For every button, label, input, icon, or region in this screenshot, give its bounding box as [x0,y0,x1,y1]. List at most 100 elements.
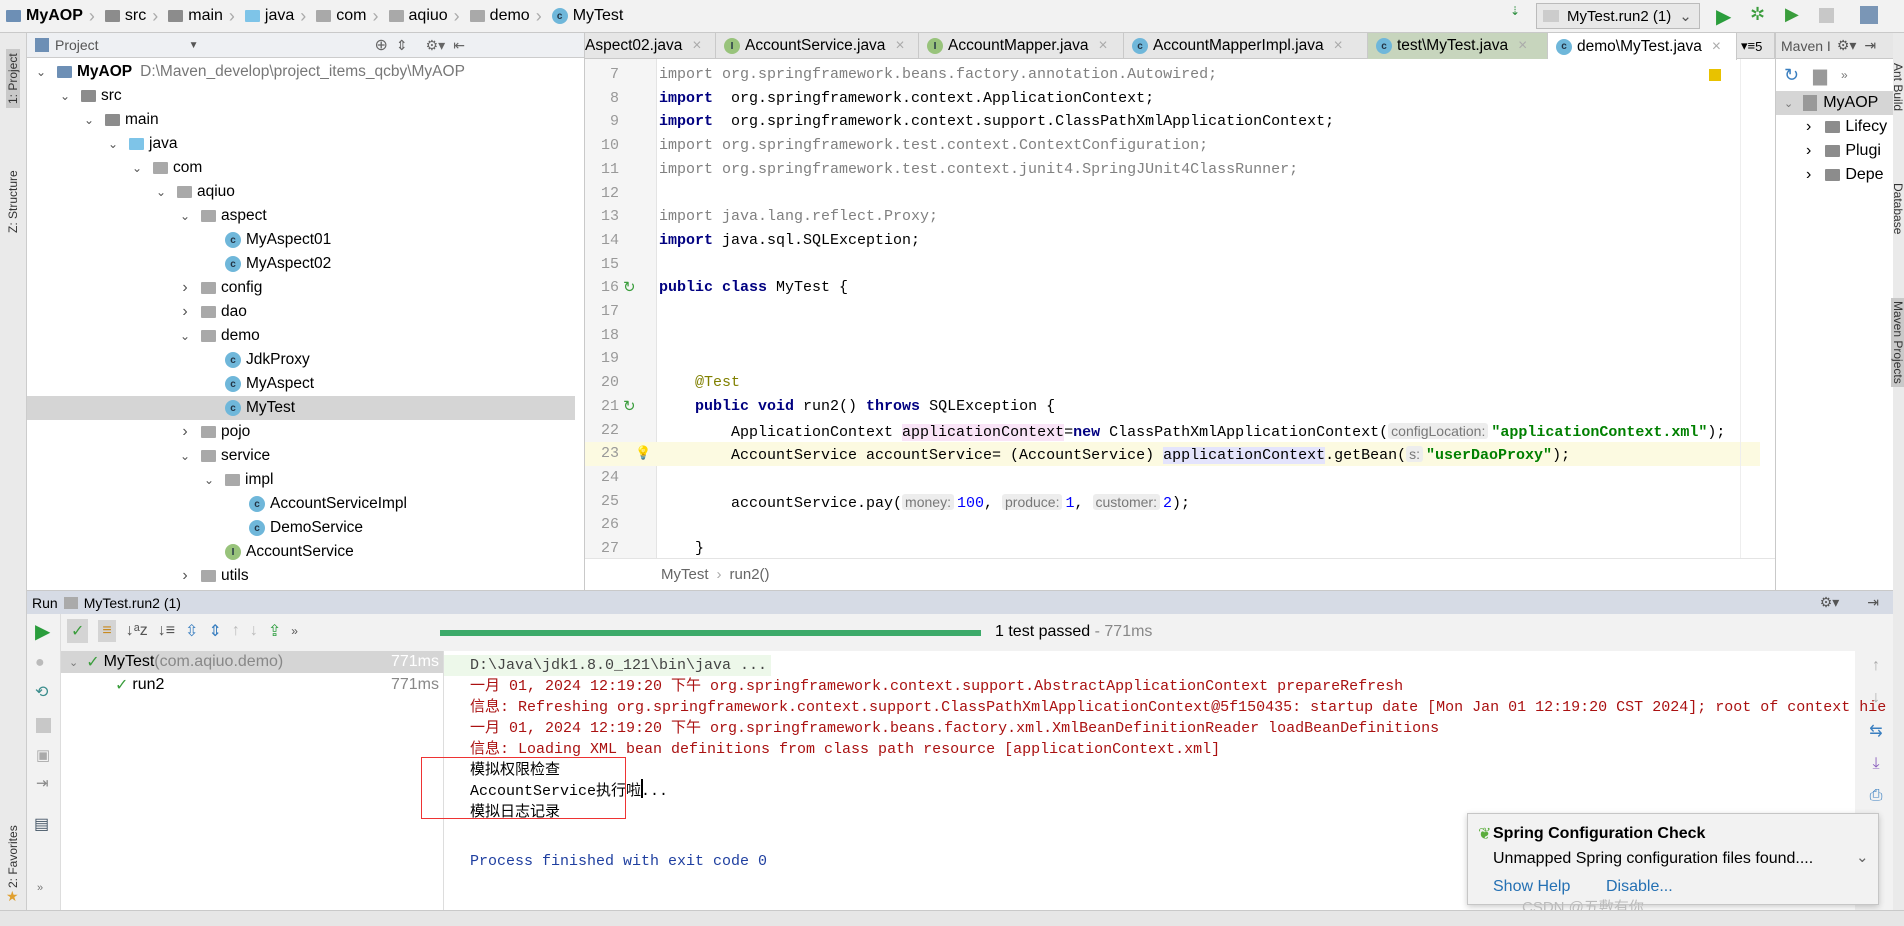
coverage-icon[interactable]: ▶ [1785,4,1799,25]
run-gutter-icon[interactable]: ↻ [623,395,636,419]
stop-icon[interactable] [36,718,51,733]
reimport-icon[interactable]: ↻ [1784,65,1799,86]
more-icon[interactable]: » [37,882,43,894]
tree-item[interactable]: c DemoService [27,516,575,540]
editor-tab[interactable]: c AccountMapperImpl.java × [1124,33,1368,59]
gear-icon[interactable]: ⚙▾ [426,37,446,54]
soft-wrap-icon[interactable]: ⇆ [1869,721,1882,741]
run-gutter-icon[interactable]: ↻ [623,276,636,300]
more-icon[interactable]: » [1841,68,1848,82]
tree-item[interactable]: ⌄ java [27,132,575,156]
error-stripe[interactable] [1740,59,1775,559]
previous-test-icon[interactable]: ↑ [232,622,240,640]
tree-item[interactable]: c MyAspect01 [27,228,575,252]
sort-icon[interactable]: ⇣ [1510,4,1520,18]
tree-item[interactable]: › utils [27,564,575,588]
next-test-icon[interactable]: ↓ [250,622,258,640]
tree-item[interactable]: ⌄ MyAOP D:\Maven_develop\project_items_qcb… [27,60,575,84]
breadcrumb-item[interactable]: com › [316,6,384,27]
gear-icon[interactable]: ⚙▾ [1820,594,1840,611]
tree-item[interactable]: ⌄ src [27,84,575,108]
tree-item[interactable]: ⌄ demo [27,324,575,348]
camera-icon[interactable]: ▣ [36,746,50,764]
run-config-dropdown[interactable]: MyTest.run2 (1) ⌄ [1536,3,1700,29]
tree-item[interactable]: ⌄ aqiuo [27,180,575,204]
lightbulb-icon[interactable]: 💡 [635,442,651,466]
generate-sources-icon[interactable]: ▆ [1813,65,1827,86]
sort-by-duration-icon[interactable]: ↓≡ [158,622,175,640]
print-icon[interactable]: ⎙ [1870,787,1883,805]
tree-item[interactable]: c AccountServiceImpl [27,492,575,516]
tree-item[interactable]: c MyAspect02 [27,252,575,276]
project-structure-icon[interactable] [1860,6,1878,24]
close-tab-icon[interactable]: × [1334,37,1343,55]
maven-tree-item[interactable]: › Plugi [1776,139,1893,163]
breadcrumb-item[interactable]: main › [168,6,241,27]
rerun-failed-icon[interactable]: ● [35,654,45,672]
sort-alphabetically-icon[interactable]: ↓ᵃz [126,622,148,640]
breadcrumb-item[interactable]: demo › [469,6,548,27]
rerun-icon[interactable]: ▶ [35,619,50,644]
run-tab[interactable]: MyTest.run2 (1) [84,595,181,611]
ant-build-tab[interactable]: Ant Build [1891,63,1904,111]
scroll-up-icon[interactable]: ↑ [1872,657,1880,675]
tree-item[interactable]: › config [27,276,575,300]
project-view-selector[interactable]: Project [55,37,99,53]
layout-icon[interactable]: ▤ [34,814,49,834]
show-passed-icon[interactable]: ✓ [67,619,89,643]
test-suite-row[interactable]: ⌄ ✓ MyTest (com.aqiuo.demo) 771ms [61,651,443,673]
tree-item[interactable]: ⌄ aspect [27,204,575,228]
disable-link[interactable]: Disable... [1606,878,1673,896]
tree-item[interactable]: c MyAspect [27,372,575,396]
tree-item[interactable]: c MyTest [27,396,575,420]
test-case-row[interactable]: ✓ run2 771ms [61,674,443,696]
breadcrumb-method[interactable]: run2() [730,566,770,583]
toggle-autotest-icon[interactable]: ⟲ [35,682,48,702]
locate-icon[interactable]: ⊕ [374,35,387,55]
close-tab-icon[interactable]: × [1712,38,1721,56]
scroll-to-end-icon[interactable]: ⤓ [1872,755,1879,773]
warning-marker-icon[interactable] [1709,69,1721,81]
breadcrumb-item[interactable]: MyAOP › [6,6,101,27]
tree-item[interactable]: › dao [27,300,575,324]
editor-tab[interactable]: Aspect02.java × [585,33,716,59]
import-tests-icon[interactable]: ⇥ [36,774,49,792]
close-tab-icon[interactable]: × [895,37,904,55]
tree-item[interactable]: ⌄ impl [27,468,575,492]
collapse-all-icon[interactable]: ⇕ [208,621,221,641]
structure-tool-tab[interactable]: Z: Structure [6,170,20,233]
scroll-down-icon[interactable]: ↓ [1872,689,1880,707]
more-icon[interactable]: » [291,624,298,638]
breadcrumb-item[interactable]: java › [244,6,312,27]
editor-tab[interactable]: c demo\MyTest.java × [1548,33,1737,60]
favorites-tool-tab[interactable]: 2: Favorites [6,825,20,888]
gear-icon[interactable]: ⚙▾ [1837,37,1857,54]
hide-panel-icon[interactable]: ⇥ [1864,37,1876,54]
export-results-icon[interactable]: ⇪ [268,621,281,641]
tree-item[interactable]: › pojo [27,420,575,444]
tree-item[interactable]: ⌄ service [27,444,575,468]
tab-overflow-button[interactable]: ▾≡ 5 [1737,33,1775,59]
hide-panel-icon[interactable]: ⇥ [1867,594,1879,611]
maven-projects-tab[interactable]: Maven Projects [1891,298,1904,387]
expand-all-icon[interactable]: ⇳ [185,621,198,641]
stop-icon[interactable] [1819,8,1834,23]
close-tab-icon[interactable]: × [1098,37,1107,55]
show-ignored-icon[interactable]: ≡ [98,620,116,642]
project-tool-tab[interactable]: 1: Project [6,49,20,108]
editor-tab[interactable]: c test\MyTest.java × [1368,33,1548,59]
close-tab-icon[interactable]: × [1518,37,1527,55]
hide-panel-icon[interactable]: ⇤ [453,37,465,54]
editor-tab[interactable]: I AccountMapper.java × [919,33,1124,59]
breadcrumb-class[interactable]: MyTest [661,566,709,583]
debug-icon[interactable]: ✲ [1750,4,1765,25]
tree-item[interactable]: c JdkProxy [27,348,575,372]
dropdown-arrow-icon[interactable]: ▼ [189,40,199,51]
run-icon[interactable]: ▶ [1716,4,1731,29]
tree-item[interactable]: ⌄ main [27,108,575,132]
editor-tab[interactable]: I AccountService.java × [716,33,919,59]
close-tab-icon[interactable]: × [692,37,701,55]
breadcrumb-item[interactable]: aqiuo › [388,6,466,27]
maven-project-root[interactable]: ⌄ MyAOP [1776,91,1893,115]
tree-item[interactable]: I AccountService [27,540,575,564]
